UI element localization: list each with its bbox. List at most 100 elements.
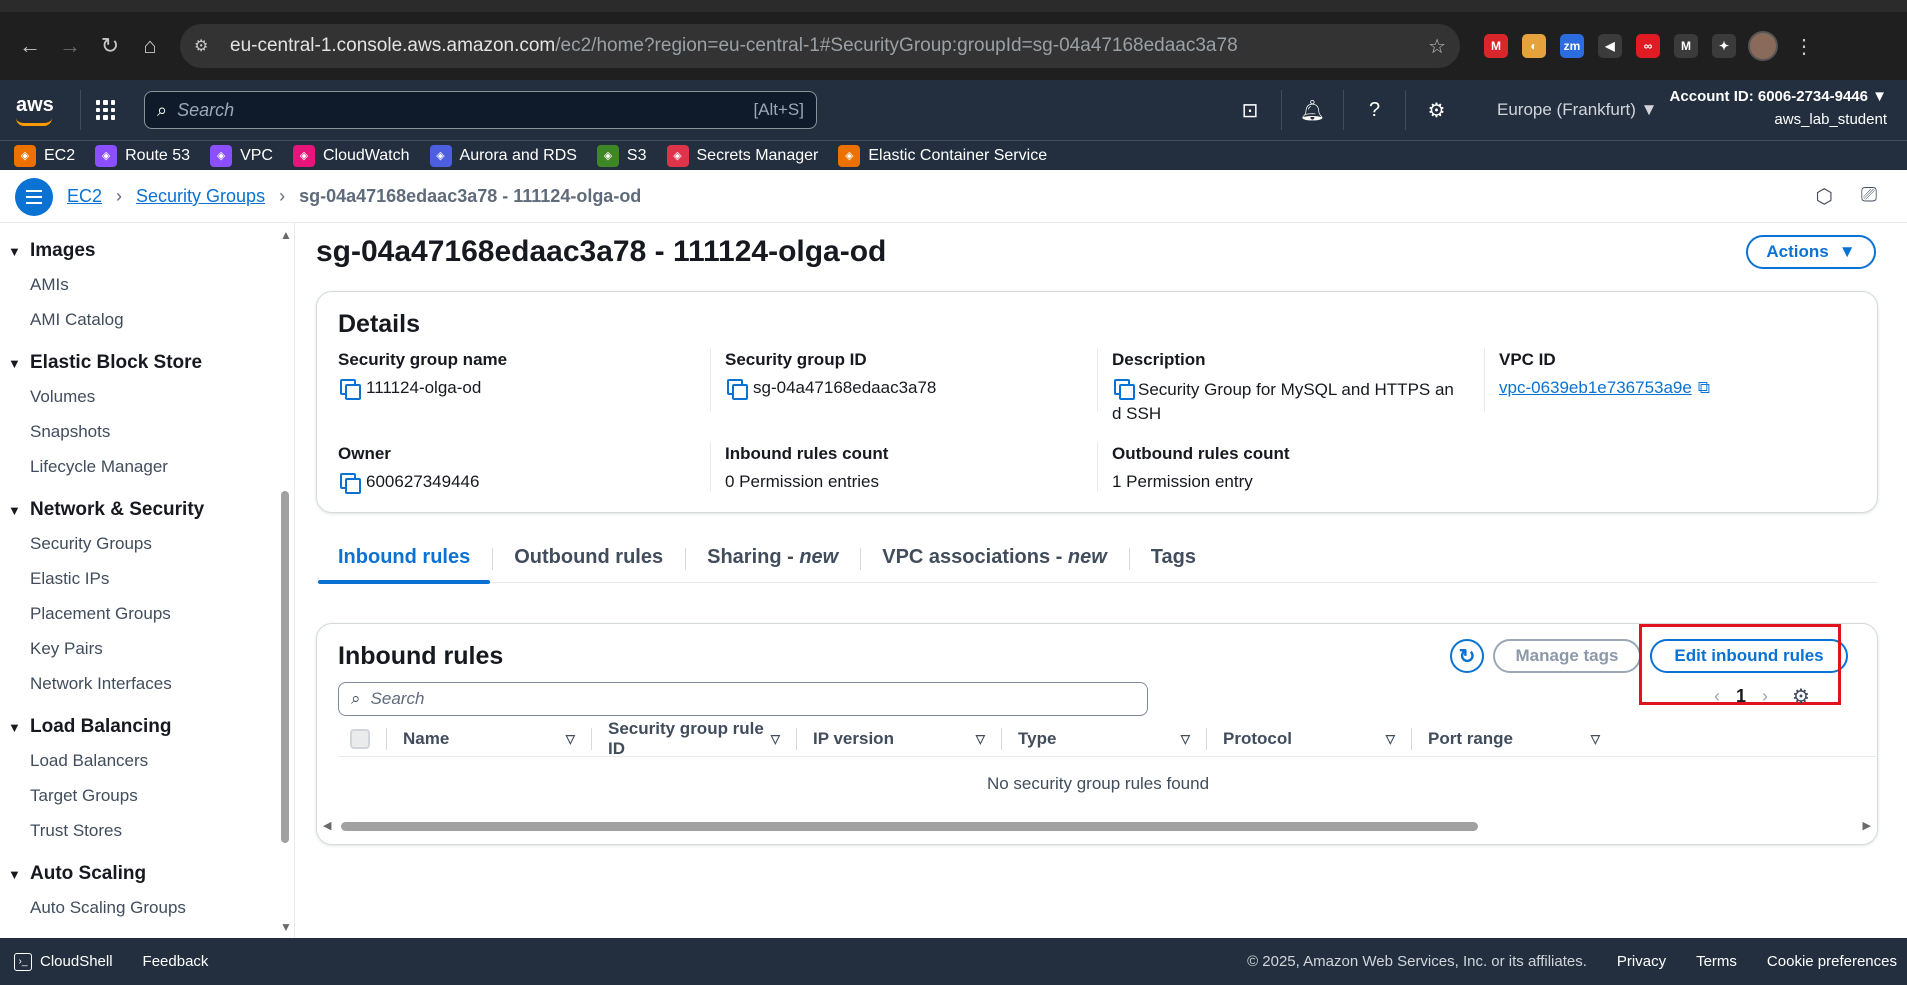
refresh-icon[interactable]: ↻ xyxy=(1450,639,1484,673)
zoom-icon[interactable]: zm xyxy=(1560,34,1584,58)
favorite-vpc[interactable]: ◈ VPC xyxy=(210,144,273,167)
column-header[interactable]: Port range ▽ xyxy=(1411,727,1616,750)
sidebar-heading[interactable]: ▼ Images xyxy=(8,235,294,267)
sidebar-item-auto-scaling-groups[interactable]: Auto Scaling Groups xyxy=(8,890,294,925)
favorite-secrets-manager[interactable]: ◈ Secrets Manager xyxy=(666,144,818,167)
sidebar-scrollbar[interactable] xyxy=(281,491,289,843)
column-header[interactable]: Protocol ▽ xyxy=(1206,727,1411,750)
sidebar-item-network-interfaces[interactable]: Network Interfaces xyxy=(8,666,294,701)
cookie-preferences-link[interactable]: Cookie preferences xyxy=(1767,953,1897,970)
sort-icon[interactable]: ▽ xyxy=(771,732,780,746)
services-menu-icon[interactable] xyxy=(80,90,130,130)
tab-inbound-rules[interactable]: Inbound rules xyxy=(316,533,492,584)
scroll-right-icon[interactable]: ▶ xyxy=(1863,819,1871,832)
sidebar-item-snapshots[interactable]: Snapshots xyxy=(8,414,294,449)
megaphone-icon[interactable]: ◀ xyxy=(1598,34,1622,58)
breadcrumb-ec2[interactable]: EC2 xyxy=(67,186,102,207)
sort-icon[interactable]: ▽ xyxy=(1386,732,1395,746)
sort-icon[interactable]: ▽ xyxy=(976,732,985,746)
tab-outbound-rules[interactable]: Outbound rules xyxy=(492,533,685,583)
sidebar-item-amis[interactable]: AMIs xyxy=(8,267,294,302)
mendeley-icon[interactable]: M xyxy=(1484,34,1508,58)
privacy-link[interactable]: Privacy xyxy=(1617,953,1666,970)
sidebar-item-key-pairs[interactable]: Key Pairs xyxy=(8,631,294,666)
column-header[interactable]: Security group rule ID ▽ xyxy=(591,721,796,756)
sidebar-item-elastic-ips[interactable]: Elastic IPs xyxy=(8,561,294,596)
sidebar-item-target-groups[interactable]: Target Groups xyxy=(8,778,294,813)
rules-search-input[interactable]: ⌕ Search xyxy=(338,682,1148,716)
sidebar-item-trust-stores[interactable]: Trust Stores xyxy=(8,813,294,848)
notifications-bell-icon[interactable]: 🔔︎ xyxy=(1281,90,1343,130)
favorite-route-53[interactable]: ◈ Route 53 xyxy=(95,144,190,167)
scroll-left-icon[interactable]: ◀ xyxy=(323,819,331,832)
tab-tags[interactable]: Tags xyxy=(1128,533,1218,583)
copy-icon[interactable] xyxy=(338,377,361,400)
side-nav-toggle-icon[interactable] xyxy=(15,177,53,216)
favorite-s3[interactable]: ◈ S3 xyxy=(596,144,647,167)
breadcrumb-security-groups[interactable]: Security Groups xyxy=(136,186,265,207)
sidebar-item-volumes[interactable]: Volumes xyxy=(8,379,294,414)
site-info-icon[interactable]: ⚙ xyxy=(194,36,220,56)
back-icon[interactable]: ← xyxy=(10,26,50,66)
feedback-screen-icon[interactable]: ⎚ xyxy=(1861,184,1877,209)
cloudshell-icon[interactable]: ⊡ xyxy=(1219,90,1281,130)
favorite-elastic-container-service[interactable]: ◈ Elastic Container Service xyxy=(838,144,1047,167)
scroll-up-icon[interactable]: ▲ xyxy=(280,228,292,242)
actions-button[interactable]: Actions ▼ xyxy=(1746,235,1876,269)
infinity-icon[interactable]: ∞ xyxy=(1636,34,1660,58)
profile-avatar[interactable] xyxy=(1748,31,1778,61)
help-icon[interactable]: ? xyxy=(1343,90,1405,130)
sidebar-heading[interactable]: ▼ Elastic Block Store xyxy=(8,347,294,379)
vpc-id-link[interactable]: vpc-0639eb1e736753a9e xyxy=(1499,376,1692,400)
terms-link[interactable]: Terms xyxy=(1696,953,1737,970)
address-bar[interactable]: ⚙ eu-central-1.console.aws.amazon.com/ec… xyxy=(180,24,1460,68)
sidebar-item-load-balancers[interactable]: Load Balancers xyxy=(8,743,294,778)
reload-icon[interactable]: ↻ xyxy=(90,26,130,66)
tab-vpc-associations[interactable]: VPC associations - new xyxy=(860,533,1129,583)
italic-m-icon[interactable]: M xyxy=(1674,34,1698,58)
sidebar-item-security-groups[interactable]: Security Groups xyxy=(8,526,294,561)
forward-icon[interactable]: → xyxy=(50,26,90,66)
feedback-link[interactable]: Feedback xyxy=(143,953,209,970)
sidebar-item-placement-groups[interactable]: Placement Groups xyxy=(8,596,294,631)
bookmark-star-icon[interactable]: ☆ xyxy=(1428,34,1446,59)
tab-sharing[interactable]: Sharing - new xyxy=(685,533,860,583)
manage-tags-button[interactable]: Manage tags xyxy=(1493,639,1641,673)
url-text[interactable]: eu-central-1.console.aws.amazon.com/ec2/… xyxy=(230,35,1428,57)
aws-logo[interactable]: aws xyxy=(14,90,74,130)
table-preferences-gear-icon[interactable]: ⚙ xyxy=(1792,684,1810,709)
sort-icon[interactable]: ▽ xyxy=(1591,732,1600,746)
page-number[interactable]: 1 xyxy=(1736,686,1746,707)
puzzle-icon[interactable]: ✦ xyxy=(1712,34,1736,58)
aws-search-input[interactable]: ⌕ Search [Alt+S] xyxy=(144,91,817,129)
sort-icon[interactable]: ▽ xyxy=(1181,732,1190,746)
settings-gear-icon[interactable]: ⚙ xyxy=(1405,90,1467,130)
external-link-icon[interactable]: ⧉ xyxy=(1698,376,1710,400)
column-header[interactable]: IP version ▽ xyxy=(796,727,1001,750)
sort-icon[interactable]: ▽ xyxy=(566,732,575,746)
account-menu[interactable]: Account ID: 6006-2734-9446 ▼ aws_lab_stu… xyxy=(1670,88,1887,128)
favorite-aurora-and-rds[interactable]: ◈ Aurora and RDS xyxy=(429,144,577,167)
column-header[interactable]: Type ▽ xyxy=(1001,727,1206,750)
browser-menu-icon[interactable]: ⋮ xyxy=(1794,34,1814,59)
cloudshell-button[interactable]: ›_ CloudShell xyxy=(14,952,113,971)
sidebar-item-lifecycle-manager[interactable]: Lifecycle Manager xyxy=(8,449,294,484)
sidebar-heading[interactable]: ▼ Load Balancing xyxy=(8,711,294,743)
favorite-cloudwatch[interactable]: ◈ CloudWatch xyxy=(292,144,410,167)
favorite-ec2[interactable]: ◈ EC2 xyxy=(14,144,75,167)
color-picker-icon[interactable]: ◐ xyxy=(1522,34,1546,58)
copy-icon[interactable] xyxy=(338,471,361,494)
column-header[interactable]: Name ▽ xyxy=(386,727,591,750)
next-page-icon[interactable]: › xyxy=(1762,686,1768,707)
sidebar-heading[interactable]: ▼ Auto Scaling xyxy=(8,858,294,890)
scroll-down-icon[interactable]: ▼ xyxy=(280,920,292,934)
copy-icon[interactable] xyxy=(1112,377,1135,400)
region-selector[interactable]: Europe (Frankfurt) ▼ xyxy=(1497,100,1657,120)
copy-icon[interactable] xyxy=(725,377,748,400)
previous-page-icon[interactable]: ‹ xyxy=(1714,686,1720,707)
sidebar-item-ami-catalog[interactable]: AMI Catalog xyxy=(8,302,294,337)
table-horizontal-scrollbar[interactable]: ◀ ▶ xyxy=(323,819,1871,833)
home-icon[interactable]: ⌂ xyxy=(130,26,170,66)
sidebar-heading[interactable]: ▼ Network & Security xyxy=(8,494,294,526)
select-all-checkbox[interactable] xyxy=(350,728,370,749)
